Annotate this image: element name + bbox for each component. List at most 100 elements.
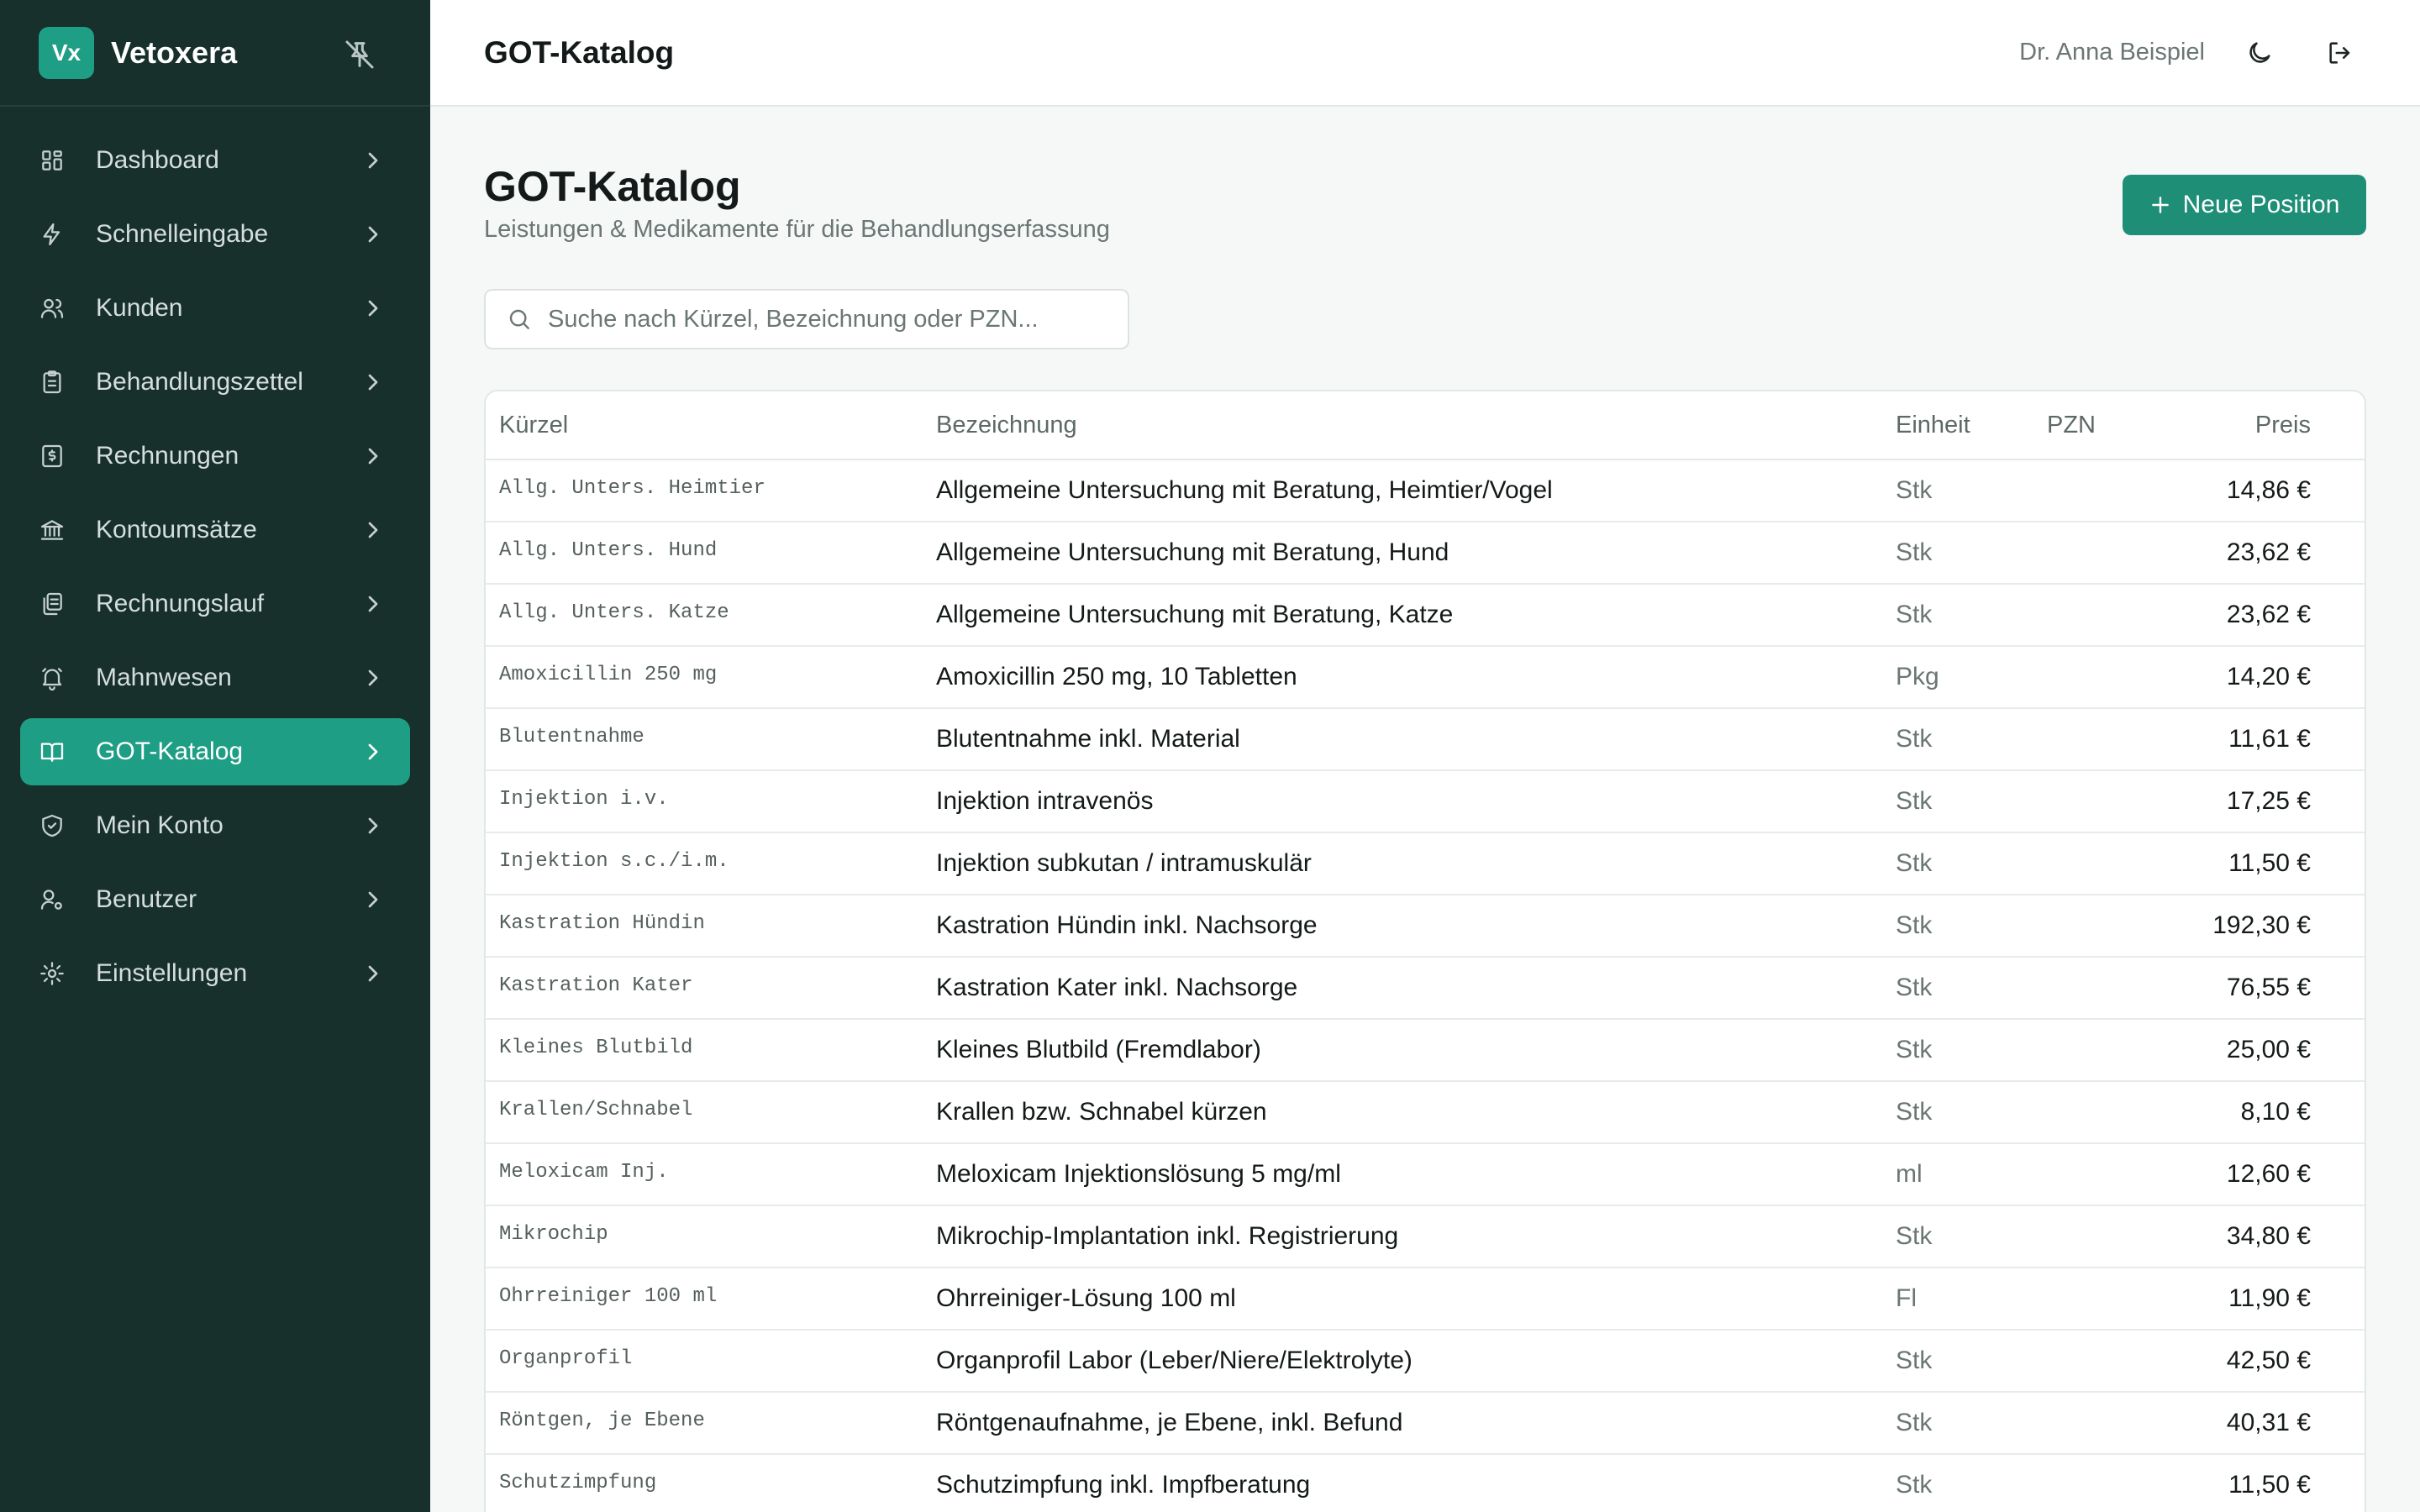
cell-bezeichnung: Kleines Blutbild (Fremdlabor) (936, 1036, 1261, 1063)
table-row[interactable]: Kastration Hündin Kastration Hündin inkl.… (486, 895, 2365, 958)
table-row[interactable]: Amoxicillin 250 mg Amoxicillin 250 mg, 10… (486, 647, 2365, 709)
cell-einheit: Stk (1896, 476, 1933, 504)
table-row[interactable]: Kleines Blutbild Kleines Blutbild (Fremdl… (486, 1020, 2365, 1082)
cell-preis: 23,62 € (2226, 538, 2311, 566)
cell-kurzel: Allg. Unters. Katze (499, 601, 729, 624)
cell-preis: 34,80 € (2226, 1222, 2311, 1250)
column-header-preis[interactable]: Preis (2255, 412, 2311, 439)
users-icon (39, 295, 66, 322)
table-row[interactable]: Organprofil Organprofil Labor (Leber/Nier… (486, 1331, 2365, 1393)
cell-kurzel: Röntgen, je Ebene (499, 1409, 705, 1432)
cell-einheit: Stk (1896, 974, 1933, 1001)
table-row[interactable]: Allg. Unters. Heimtier Allgemeine Untersu… (486, 460, 2365, 522)
moon-icon[interactable] (2245, 39, 2274, 67)
new-position-button[interactable]: Neue Position (2123, 175, 2366, 235)
sidebar-item-behandlungszettel[interactable]: Behandlungszettel (20, 349, 410, 416)
sidebar-item-einstellungen[interactable]: Einstellungen (20, 940, 410, 1007)
cell-einheit: Fl (1896, 1284, 1917, 1312)
sidebar-item-label: GOT-Katalog (96, 738, 244, 765)
cell-kurzel: Mikrochip (499, 1222, 608, 1246)
chevron-right-icon (360, 221, 387, 248)
plus-icon (2149, 194, 2171, 216)
sidebar-item-label: Rechnungslauf (96, 590, 265, 617)
cell-einheit: Stk (1896, 1347, 1933, 1374)
search-input[interactable] (548, 305, 1119, 333)
cell-preis: 40,31 € (2226, 1409, 2311, 1436)
pin-off-icon[interactable] (343, 38, 376, 71)
cell-preis: 25,00 € (2226, 1036, 2311, 1063)
column-header-einheit[interactable]: Einheit (1896, 412, 1970, 439)
cell-preis: 192,30 € (2212, 911, 2311, 939)
brand: Vx Vetoxera (0, 0, 430, 107)
user-name[interactable]: Dr. Anna Beispiel (2019, 39, 2205, 66)
brand-name[interactable]: Vetoxera (111, 35, 237, 71)
sidebar-item-mein-konto[interactable]: Mein Konto (20, 792, 410, 859)
sidebar-item-kontoumsätze[interactable]: Kontoumsätze (20, 496, 410, 564)
sidebar-item-dashboard[interactable]: Dashboard (20, 127, 410, 194)
cell-bezeichnung: Mikrochip-Implantation inkl. Registrieru… (936, 1222, 1399, 1250)
table-row[interactable]: Injektion s.c./i.m. Injektion subkutan / … (486, 833, 2365, 895)
table-row[interactable]: Allg. Unters. Katze Allgemeine Untersuchu… (486, 585, 2365, 647)
cell-bezeichnung: Allgemeine Untersuchung mit Beratung, He… (936, 476, 1553, 504)
brand-logo[interactable]: Vx (39, 26, 94, 79)
chevron-right-icon (360, 295, 387, 322)
cell-einheit: Stk (1896, 787, 1933, 815)
sidebar-item-rechnungslauf[interactable]: Rechnungslauf (20, 570, 410, 638)
cell-kurzel: Ohrreiniger 100 ml (499, 1284, 718, 1308)
logout-icon[interactable] (2326, 39, 2354, 67)
cell-preis: 11,50 € (2228, 1471, 2311, 1499)
sidebar-item-benutzer[interactable]: Benutzer (20, 866, 410, 933)
cell-einheit: Stk (1896, 1036, 1933, 1063)
column-header-kurzel[interactable]: Kürzel (499, 412, 568, 439)
cell-preis: 76,55 € (2226, 974, 2311, 1001)
cell-einheit: Stk (1896, 911, 1933, 939)
cell-einheit: Stk (1896, 1222, 1933, 1250)
table-row[interactable]: Blutentnahme Blutentnahme inkl. Material S… (486, 709, 2365, 771)
dashboard-icon (39, 147, 66, 174)
chevron-right-icon (360, 147, 387, 174)
chevron-right-icon (360, 812, 387, 839)
table-row[interactable]: Krallen/Schnabel Krallen bzw. Schnabel kü… (486, 1082, 2365, 1144)
page-subtitle: Leistungen & Medikamente für die Behandl… (484, 216, 1110, 243)
cell-einheit: Pkg (1896, 663, 1939, 690)
table-row[interactable]: Mikrochip Mikrochip-Implantation inkl. Re… (486, 1206, 2365, 1268)
topbar-title: GOT-Katalog (484, 35, 675, 70)
cell-preis: 42,50 € (2226, 1347, 2311, 1374)
table-row[interactable]: Röntgen, je Ebene Röntgenaufnahme, je Ebe… (486, 1393, 2365, 1455)
table-row[interactable]: Allg. Unters. Hund Allgemeine Untersuchun… (486, 522, 2365, 585)
cell-bezeichnung: Allgemeine Untersuchung mit Beratung, Hu… (936, 538, 1449, 566)
sidebar-item-label: Mein Konto (96, 811, 224, 839)
table-row[interactable]: Kastration Kater Kastration Kater inkl. N… (486, 958, 2365, 1020)
column-header-bezeichnung[interactable]: Bezeichnung (936, 412, 1077, 439)
sidebar-nav: Dashboard Schnelleingabe Kunden Behandlungs… (0, 107, 430, 1007)
cell-kurzel: Allg. Unters. Heimtier (499, 476, 765, 500)
cell-einheit: Stk (1896, 538, 1933, 566)
table-row[interactable]: Meloxicam Inj. Meloxicam Injektionslösung… (486, 1144, 2365, 1206)
chevron-right-icon (360, 664, 387, 691)
cell-kurzel: Kastration Kater (499, 974, 693, 997)
table-row[interactable]: Ohrreiniger 100 ml Ohrreiniger-Lösung 100… (486, 1268, 2365, 1331)
sidebar-item-kunden[interactable]: Kunden (20, 275, 410, 342)
cell-einheit: Stk (1896, 1471, 1933, 1499)
sidebar-item-mahnwesen[interactable]: Mahnwesen (20, 644, 410, 711)
cell-einheit: Stk (1896, 1098, 1933, 1126)
column-header-pzn[interactable]: PZN (2047, 412, 2096, 439)
cell-kurzel: Kleines Blutbild (499, 1036, 693, 1059)
sidebar-item-label: Schnelleingabe (96, 220, 269, 248)
bell-icon (39, 664, 66, 691)
sidebar-item-rechnungen[interactable]: Rechnungen (20, 423, 410, 490)
sidebar: Vx Vetoxera Dashboard Schnelleingabe Kunde… (0, 0, 430, 1512)
cell-preis: 8,10 € (2240, 1098, 2311, 1126)
cell-einheit: Stk (1896, 1409, 1933, 1436)
cell-preis: 14,86 € (2226, 476, 2311, 504)
search-box[interactable] (484, 289, 1129, 349)
sidebar-item-schnelleingabe[interactable]: Schnelleingabe (20, 201, 410, 268)
cell-preis: 23,62 € (2226, 601, 2311, 628)
catalog-table: Kürzel Bezeichnung Einheit PZN Preis All… (484, 390, 2366, 1512)
table-row[interactable]: Injektion i.v. Injektion intravenös Stk 17,… (486, 771, 2365, 833)
cell-preis: 12,60 € (2226, 1160, 2311, 1188)
table-row[interactable]: Schutzimpfung Schutzimpfung inkl. Impfber… (486, 1455, 2365, 1512)
cell-preis: 11,61 € (2228, 725, 2311, 753)
cell-bezeichnung: Kastration Kater inkl. Nachsorge (936, 974, 1298, 1001)
sidebar-item-got-katalog[interactable]: GOT-Katalog (20, 718, 410, 785)
